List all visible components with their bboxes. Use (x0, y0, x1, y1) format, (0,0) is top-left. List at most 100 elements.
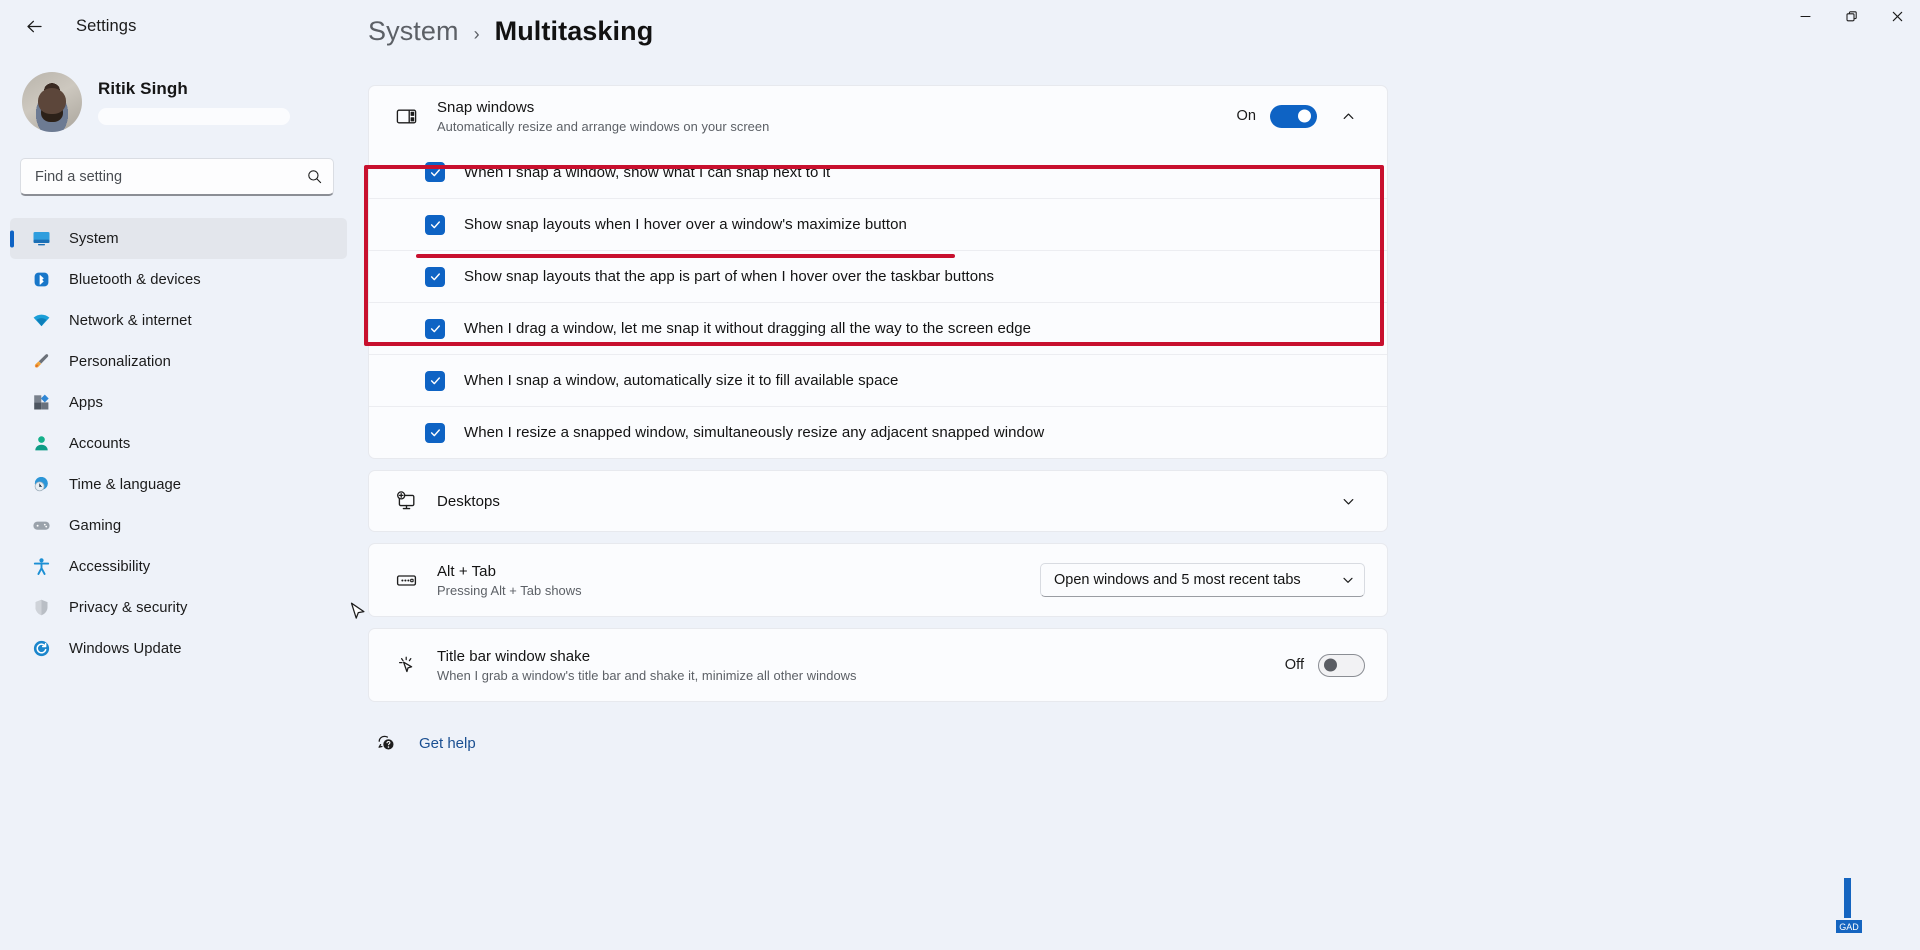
checkbox-checked-icon[interactable] (425, 422, 445, 443)
desktops-expand-button[interactable] (1331, 484, 1365, 518)
snap-option-row[interactable]: When I snap a window, show what I can sn… (369, 146, 1387, 198)
sidebar-item-accessibility[interactable]: Accessibility (10, 546, 347, 587)
checkbox-checked-icon[interactable] (425, 370, 445, 391)
alt-tab-icon (389, 569, 423, 592)
app-title: Settings (76, 16, 137, 35)
search-input[interactable] (35, 168, 307, 185)
checkbox-checked-icon[interactable] (425, 214, 445, 235)
gamepad-icon (30, 515, 52, 537)
alt-tab-row: Alt + Tab Pressing Alt + Tab shows Open … (369, 544, 1387, 616)
sidebar-item-label: Accessibility (69, 558, 151, 575)
title-bar-shake-toggle-label: Off (1284, 657, 1304, 673)
snap-windows-subtitle: Automatically resize and arrange windows… (437, 118, 770, 134)
snap-layout-icon (389, 105, 423, 128)
title-bar-shake-controls: Off (1284, 653, 1365, 677)
snap-windows-expand-button[interactable] (1331, 99, 1365, 133)
desktop-add-icon (389, 490, 423, 513)
sidebar-item-bluetooth-devices[interactable]: Bluetooth & devices (10, 259, 347, 300)
title-bar-shake-title: Title bar window shake (437, 647, 591, 665)
breadcrumb-parent[interactable]: System (368, 16, 459, 47)
help-question-icon (378, 735, 394, 750)
title-bar-shake-toggle[interactable] (1318, 653, 1365, 677)
avatar (22, 72, 82, 132)
profile-name: Ritik Singh (98, 79, 188, 98)
snap-windows-row[interactable]: Snap windows Automatically resize and ar… (369, 86, 1387, 146)
close-icon (1892, 11, 1902, 21)
snap-option-row[interactable]: When I drag a window, let me snap it wit… (369, 302, 1387, 354)
snap-option-label: When I drag a window, let me snap it wit… (464, 320, 1032, 337)
sidebar-titlebar: Settings (0, 0, 358, 52)
checkbox-checked-icon[interactable] (425, 162, 445, 182)
alt-tab-title: Alt + Tab (437, 562, 496, 580)
title-bar-shake-subtitle: When I grab a window's title bar and sha… (437, 667, 857, 683)
desktops-texts: Desktops (437, 493, 1331, 510)
minimize-button[interactable] (1782, 0, 1828, 32)
get-help-link[interactable]: Get help (368, 733, 476, 753)
search-box[interactable] (20, 158, 334, 196)
alt-tab-controls: Open windows and 5 most recent tabs (1040, 563, 1365, 597)
sidebar-item-personalization[interactable]: Personalization (10, 341, 347, 382)
snap-option-label: Show snap layouts that the app is part o… (464, 268, 995, 285)
get-help-label: Get help (419, 734, 476, 752)
snap-windows-toggle-label: On (1236, 108, 1256, 124)
snap-option-row[interactable]: Show snap layouts that the app is part o… (369, 250, 1387, 302)
checkbox-checked-icon[interactable] (425, 318, 445, 339)
desktops-row[interactable]: Desktops (369, 471, 1387, 531)
settings-window: Settings Ritik Singh Find a setting Syst… (0, 0, 1920, 950)
sidebar-item-label: Personalization (69, 353, 171, 370)
shield-icon (30, 597, 52, 619)
search-icon (308, 170, 322, 184)
maximize-button[interactable] (1828, 0, 1874, 32)
search-wrapper (0, 136, 358, 196)
accessibility-icon (30, 556, 52, 578)
snap-option-row[interactable]: When I snap a window, automatically size… (369, 354, 1387, 406)
snap-windows-card: Snap windows Automatically resize and ar… (368, 85, 1388, 146)
snap-option-label: When I snap a window, show what I can sn… (464, 163, 831, 181)
sidebar-item-gaming[interactable]: Gaming (10, 505, 347, 546)
snap-windows-texts: Snap windows Automatically resize and ar… (437, 99, 1237, 134)
sidebar-item-label: Network & internet (69, 312, 192, 329)
alt-tab-dropdown-value: Open windows and 5 most recent tabs (1054, 572, 1301, 588)
sidebar-item-accounts[interactable]: Accounts (10, 423, 347, 464)
snap-option-row[interactable]: When I resize a snapped window, simultan… (369, 406, 1387, 458)
alt-tab-subtitle: Pressing Alt + Tab shows (437, 582, 582, 598)
user-profile[interactable]: Ritik Singh (0, 52, 358, 136)
close-button[interactable] (1874, 0, 1920, 32)
person-icon (30, 433, 52, 455)
chevron-down-icon (1343, 498, 1353, 504)
apps-icon (30, 392, 52, 414)
title-bar-shake-row: Title bar window shake When I grab a win… (369, 629, 1387, 701)
back-button[interactable] (14, 8, 54, 44)
clock-globe-icon (30, 474, 52, 496)
sidebar-item-apps[interactable]: Apps (10, 382, 347, 423)
title-bar-shake-texts: Title bar window shake When I grab a win… (437, 648, 1285, 683)
minimize-icon (1799, 15, 1811, 17)
sidebar-item-label: Gaming (69, 517, 122, 534)
main-content: System › Multitasking Snap windows Autom… (358, 0, 1920, 950)
title-bar-shake-card: Title bar window shake When I grab a win… (368, 628, 1388, 702)
sidebar-item-system[interactable]: System (10, 218, 347, 259)
settings-list: Snap windows Automatically resize and ar… (358, 47, 1388, 753)
desktops-controls (1331, 484, 1365, 518)
bluetooth-icon (30, 269, 52, 291)
sidebar-item-label: Accounts (69, 435, 131, 452)
sidebar-item-label: Time & language (69, 476, 182, 493)
desktops-card[interactable]: Desktops (368, 470, 1388, 532)
sidebar: Settings Ritik Singh Find a setting Syst… (0, 0, 358, 950)
update-refresh-icon (30, 638, 52, 660)
monitor-icon (30, 228, 52, 250)
alt-tab-dropdown[interactable]: Open windows and 5 most recent tabs (1040, 563, 1365, 597)
sidebar-item-windows-update[interactable]: Windows Update (10, 628, 347, 669)
snap-option-row[interactable]: Show snap layouts when I hover over a wi… (369, 198, 1387, 250)
profile-text: Ritik Singh (98, 79, 290, 125)
snap-windows-title: Snap windows (437, 98, 535, 116)
sidebar-item-time-language[interactable]: Time & language (10, 464, 347, 505)
checkbox-checked-icon[interactable] (425, 266, 445, 287)
sidebar-item-privacy-security[interactable]: Privacy & security (10, 587, 347, 628)
snap-windows-toggle[interactable] (1270, 104, 1317, 128)
sidebar-item-network-internet[interactable]: Network & internet (10, 300, 347, 341)
snap-windows-controls: On (1237, 99, 1365, 133)
profile-email-redacted (98, 108, 290, 125)
alt-tab-card: Alt + Tab Pressing Alt + Tab shows Open … (368, 543, 1388, 617)
back-arrow-icon (26, 20, 42, 32)
